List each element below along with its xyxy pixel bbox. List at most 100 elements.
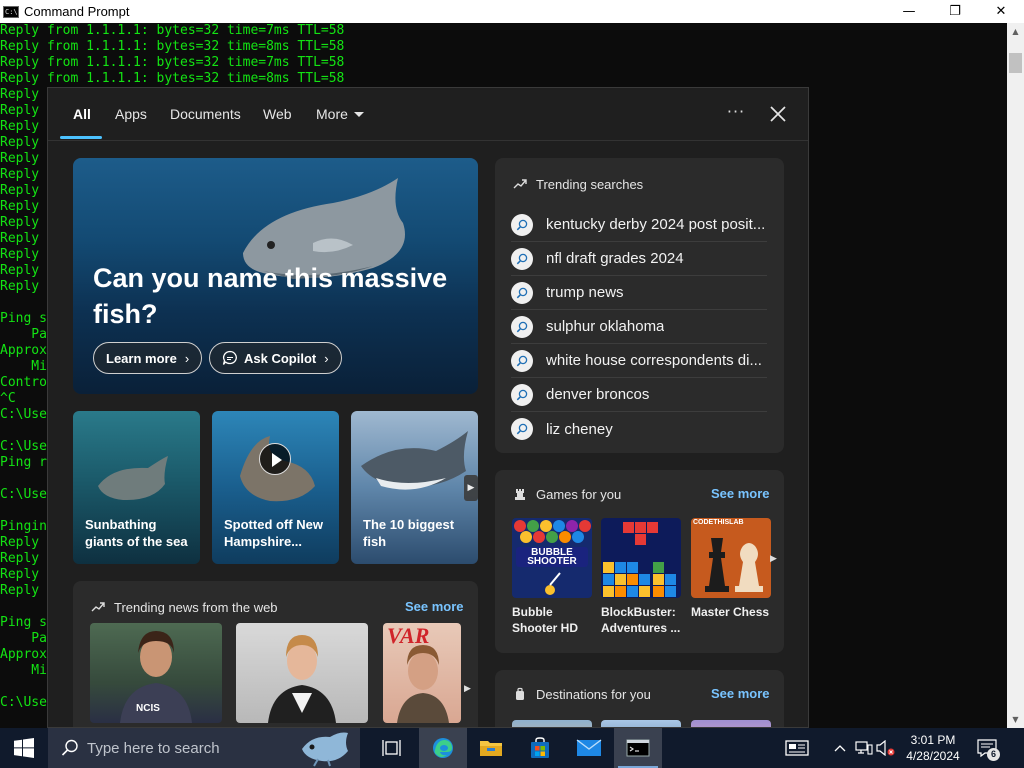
console-line: Mi: [0, 663, 47, 678]
console-line: Mi: [0, 359, 47, 374]
trending-search-item[interactable]: white house correspondents di...: [511, 344, 767, 378]
story-caption: The 10 biggest fish: [363, 517, 455, 549]
taskbar-search-box[interactable]: Type here to search: [48, 728, 360, 768]
destination-image[interactable]: [601, 720, 681, 727]
scroll-down-arrow[interactable]: ▼: [1007, 711, 1024, 728]
hero-card[interactable]: Can you name this massive fish? Learn mo…: [73, 158, 478, 394]
magnifier-glyph: [516, 253, 528, 264]
destinations-see-more-link[interactable]: See more: [711, 686, 770, 701]
console-line: Reply from 1.1.1.1: bytes=32 time=7ms TT…: [0, 55, 345, 70]
ask-copilot-button[interactable]: Ask Copilot ›: [209, 342, 342, 374]
taskbar-command-prompt[interactable]: [614, 728, 662, 768]
news-image-1[interactable]: NCIS: [90, 623, 222, 723]
window-titlebar[interactable]: C:\ Command Prompt — ❐ ✕: [0, 0, 1024, 23]
minimize-button[interactable]: —: [886, 0, 932, 23]
desktop: C:\ Command Prompt — ❐ ✕ Reply from 1.1.…: [0, 0, 1024, 768]
tab-web[interactable]: Web: [263, 106, 292, 126]
start-button[interactable]: [0, 728, 48, 768]
destination-image[interactable]: [691, 720, 771, 727]
games-next-icon[interactable]: ▶: [770, 548, 780, 570]
taskbar-clock[interactable]: 3:01 PM 4/28/2024: [895, 732, 971, 764]
task-view-button[interactable]: [368, 728, 416, 768]
story-caption: Sunbathing giants of the sea: [85, 517, 188, 549]
trending-search-item[interactable]: nfl draft grades 2024: [511, 242, 767, 276]
trending-search-text: trump news: [546, 284, 624, 301]
mail-icon: [576, 739, 602, 756]
magnifier-glyph: [516, 423, 528, 435]
trending-news-header: Trending news from the web: [91, 598, 278, 616]
console-line: C:\Use: [0, 695, 47, 710]
console-line: Reply: [0, 551, 40, 566]
console-line: Reply: [0, 199, 40, 214]
maximize-button[interactable]: ❐: [932, 0, 978, 23]
close-button[interactable]: ✕: [978, 0, 1024, 23]
more-options-icon[interactable]: ···: [724, 102, 748, 126]
show-hidden-icons-button[interactable]: [830, 728, 850, 768]
search-icon: [511, 315, 533, 338]
games-title: Games for you: [536, 486, 622, 502]
play-video-icon[interactable]: [259, 443, 291, 475]
taskbar-search-placeholder: Type here to search: [87, 739, 220, 757]
tab-more-label: More: [316, 106, 348, 122]
trending-search-item[interactable]: kentucky derby 2024 post posit...: [511, 208, 767, 242]
ncis-badge: NCIS: [136, 703, 160, 714]
tab-more[interactable]: More: [316, 106, 364, 126]
trending-search-item[interactable]: trump news: [511, 276, 767, 310]
story-card-1[interactable]: Sunbathing giants of the sea: [73, 411, 200, 564]
scroll-up-arrow[interactable]: ▲: [1007, 23, 1024, 40]
console-line: Reply: [0, 103, 40, 118]
tab-apps[interactable]: Apps: [115, 106, 147, 126]
scroll-thumb[interactable]: [1009, 53, 1022, 73]
search-highlight-fish-icon: [302, 732, 348, 767]
story-card-2[interactable]: Spotted off New Hampshire...: [212, 411, 339, 564]
suitcase-icon: [516, 687, 524, 700]
console-line: Reply: [0, 247, 40, 262]
taskbar-edge[interactable]: [419, 728, 467, 768]
taskbar-microsoft-store[interactable]: [516, 728, 564, 768]
trending-search-item[interactable]: sulphur oklahoma: [511, 310, 767, 344]
console-line: Reply from 1.1.1.1: bytes=32 time=8ms TT…: [0, 71, 345, 86]
notifications-button[interactable]: 6: [974, 728, 1000, 768]
trending-search-item[interactable]: liz cheney: [511, 412, 767, 446]
story-card-3[interactable]: The 10 biggest fish: [351, 411, 478, 564]
console-line: C:\Use: [0, 487, 47, 502]
search-icon: [511, 281, 533, 304]
ask-copilot-label: Ask Copilot: [244, 350, 317, 366]
network-button[interactable]: [854, 728, 874, 768]
trending-search-item[interactable]: denver broncos: [511, 378, 767, 412]
taskbar-file-explorer[interactable]: [467, 728, 515, 768]
console-line: Ping s: [0, 311, 47, 326]
console-line: Pingin: [0, 519, 47, 534]
destination-image[interactable]: [512, 720, 592, 727]
close-icon[interactable]: [766, 102, 790, 126]
console-line: Reply: [0, 279, 40, 294]
news-next-icon[interactable]: ▶: [464, 678, 476, 700]
console-line: Approx: [0, 343, 47, 358]
carousel-next-icon[interactable]: ▶: [464, 475, 478, 501]
games-header: Games for you: [513, 485, 621, 503]
tab-documents[interactable]: Documents: [170, 106, 241, 126]
search-icon: [61, 739, 78, 756]
chevron-right-icon: ›: [324, 350, 329, 366]
bubble-shooter-tile-text: BUBBLE SHOOTER: [527, 547, 577, 567]
console-line: Reply from 1.1.1.1: bytes=32 time=8ms TT…: [0, 39, 345, 54]
chevron-up-icon: [834, 745, 846, 752]
volume-button[interactable]: [876, 728, 896, 768]
news-image-3[interactable]: VAR: [383, 623, 461, 723]
game-tile-master-chess[interactable]: CODETHISLAB: [691, 518, 771, 598]
news-image-2[interactable]: [236, 623, 368, 723]
console-line: Ping s: [0, 615, 47, 630]
news-see-more-link[interactable]: See more: [405, 599, 464, 614]
taskbar-news-widget[interactable]: [780, 728, 814, 768]
console-scrollbar[interactable]: ▲ ▼: [1007, 23, 1024, 728]
trending-up-icon: [91, 602, 105, 612]
game-tile-blockbuster[interactable]: [601, 518, 681, 598]
trending-search-text: white house correspondents di...: [546, 352, 762, 369]
taskbar-mail[interactable]: [565, 728, 613, 768]
story-caption: Spotted off New Hampshire...: [224, 517, 323, 549]
game-tile-bubble-shooter[interactable]: BUBBLE SHOOTER: [512, 518, 592, 598]
tab-all[interactable]: All: [73, 106, 91, 126]
console-line: Ping r: [0, 455, 47, 470]
games-see-more-link[interactable]: See more: [711, 486, 770, 501]
learn-more-button[interactable]: Learn more ›: [93, 342, 203, 374]
